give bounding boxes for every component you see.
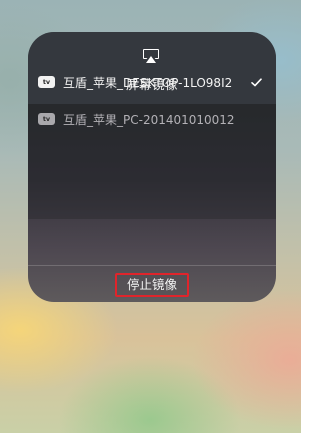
checkmark-icon: [251, 77, 262, 86]
wallpaper-background: 屏幕镜像 tv 互盾_苹果_DESKTOP-1LO98I2 tv 互盾_苹果_P…: [0, 0, 301, 433]
apple-tv-icon: tv: [38, 113, 55, 125]
apple-tv-icon: tv: [38, 76, 55, 88]
device-item-pc-201401010012[interactable]: tv 互盾_苹果_PC-201401010012: [28, 101, 276, 137]
screen-mirroring-panel: 屏幕镜像 tv 互盾_苹果_DESKTOP-1LO98I2 tv 互盾_苹果_P…: [28, 32, 276, 302]
device-item-desktop-1lo98i2[interactable]: tv 互盾_苹果_DESKTOP-1LO98I2: [28, 64, 276, 100]
airplay-icon: [143, 49, 159, 63]
divider: [28, 265, 276, 266]
stop-mirroring-button[interactable]: 停止镜像: [115, 273, 189, 297]
device-name: 互盾_苹果_DESKTOP-1LO98I2: [63, 75, 233, 90]
device-name: 互盾_苹果_PC-201401010012: [63, 112, 235, 127]
